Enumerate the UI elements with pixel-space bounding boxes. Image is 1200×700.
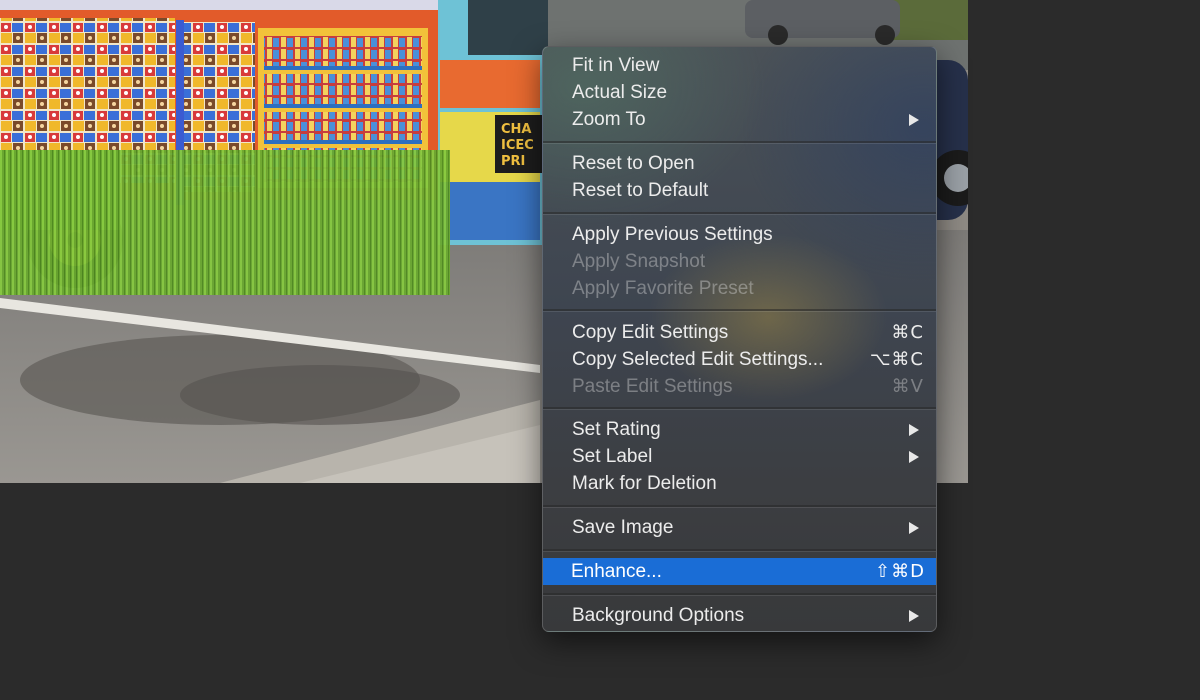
menu-item-label: Copy Selected Edit Settings... <box>572 348 824 370</box>
menu-item-label: Set Rating <box>572 418 661 440</box>
menu-separator <box>543 593 936 596</box>
menu-separator <box>543 505 936 508</box>
menu-item-label: Save Image <box>572 516 674 538</box>
menu-item-apply-previous-settings[interactable]: Apply Previous Settings <box>543 221 936 248</box>
menu-item-label: Apply Previous Settings <box>572 223 773 245</box>
menu-item-label: Enhance... <box>571 560 662 582</box>
menu-item-label: Mark for Deletion <box>572 472 717 494</box>
menu-separator <box>543 309 936 312</box>
menu-item-label: Copy Edit Settings <box>572 321 729 343</box>
menu-item-paste-edit-settings: Paste Edit Settings ⌘V <box>543 373 936 400</box>
menu-item-shortcut: ⇧⌘D <box>875 561 925 582</box>
van-sign-line-2: ICEC <box>501 138 534 153</box>
submenu-arrow-icon <box>909 423 919 436</box>
menu-item-zoom-to[interactable]: Zoom To <box>543 106 936 133</box>
menu-item-label: Fit in View <box>572 54 660 76</box>
menu-separator <box>543 141 936 144</box>
menu-item-shortcut: ⌘V <box>891 376 924 397</box>
menu-item-reset-to-default[interactable]: Reset to Default <box>543 177 936 204</box>
menu-item-label: Reset to Default <box>572 179 709 201</box>
workspace-background <box>968 0 1200 700</box>
menu-item-save-image[interactable]: Save Image <box>543 514 936 541</box>
menu-item-label: Apply Favorite Preset <box>572 277 754 299</box>
menu-item-mark-for-deletion[interactable]: Mark for Deletion <box>543 470 936 497</box>
van-sign-line-3: PRI <box>501 154 525 169</box>
menu-item-copy-selected-edit-settings[interactable]: Copy Selected Edit Settings... ⌥⌘C <box>543 346 936 373</box>
context-menu: Fit in View Actual Size Zoom To Reset to… <box>542 46 937 632</box>
menu-item-fit-in-view[interactable]: Fit in View <box>543 52 936 79</box>
menu-item-label: Reset to Open <box>572 152 695 174</box>
submenu-arrow-icon <box>909 113 919 126</box>
submenu-arrow-icon <box>909 521 919 534</box>
menu-item-shortcut: ⌘C <box>891 322 924 343</box>
menu-item-actual-size[interactable]: Actual Size <box>543 79 936 106</box>
menu-item-label: Set Label <box>572 445 653 467</box>
menu-item-label: Zoom To <box>572 108 646 130</box>
menu-item-label: Actual Size <box>572 81 668 103</box>
submenu-arrow-icon <box>909 450 919 463</box>
menu-item-copy-edit-settings[interactable]: Copy Edit Settings ⌘C <box>543 319 936 346</box>
menu-item-label: Apply Snapshot <box>572 250 706 272</box>
menu-item-apply-favorite-preset: Apply Favorite Preset <box>543 275 936 302</box>
menu-item-shortcut: ⌥⌘C <box>869 349 924 370</box>
menu-item-apply-snapshot: Apply Snapshot <box>543 248 936 275</box>
menu-item-set-label[interactable]: Set Label <box>543 443 936 470</box>
menu-separator <box>543 212 936 215</box>
van-sign-line-1: CHA <box>501 122 531 137</box>
menu-item-enhance[interactable]: Enhance... ⇧⌘D <box>543 558 936 585</box>
menu-item-set-rating[interactable]: Set Rating <box>543 416 936 443</box>
submenu-arrow-icon <box>909 609 919 622</box>
menu-item-background-options[interactable]: Background Options <box>543 602 936 629</box>
menu-separator <box>543 407 936 410</box>
menu-item-label: Background Options <box>572 604 745 626</box>
menu-item-reset-to-open[interactable]: Reset to Open <box>543 150 936 177</box>
menu-separator <box>543 549 936 552</box>
menu-item-label: Paste Edit Settings <box>572 375 733 397</box>
